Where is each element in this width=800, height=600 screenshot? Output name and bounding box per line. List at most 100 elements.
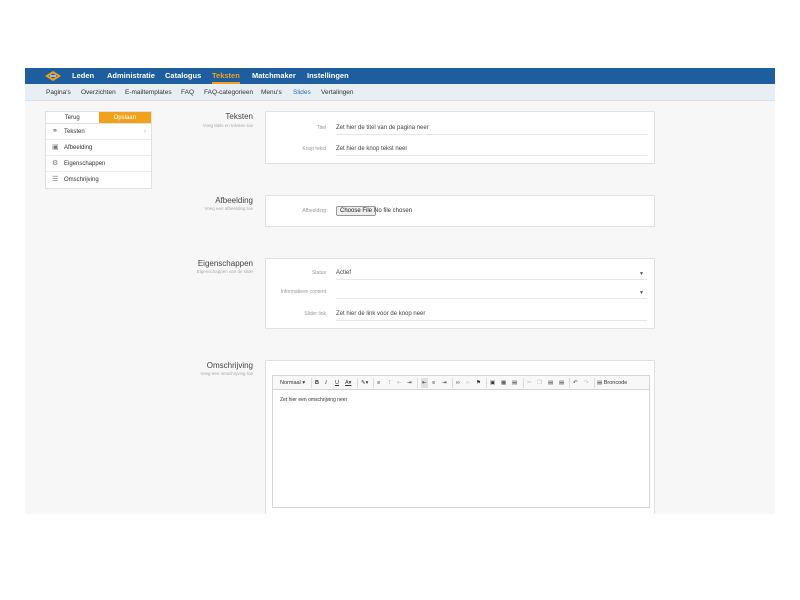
topnav-item-leden[interactable]: Leden [72, 68, 94, 84]
outdent-icon[interactable]: ⇤ [397, 378, 402, 388]
section-title-omschrijving: Omschrijving [206, 361, 253, 370]
toolbar-divider [311, 378, 312, 388]
subnav-item-emailtemplates[interactable]: E-mailtemplates [125, 84, 172, 101]
field-label: Status [311, 270, 326, 276]
cut-icon[interactable]: ✂ [527, 378, 532, 388]
caret-down-icon: ▼ [639, 271, 644, 277]
source-code-button[interactable]: ▤ Broncode [597, 378, 627, 388]
indent-icon[interactable]: ⇥ [407, 378, 412, 388]
undo-icon[interactable]: ↶ [573, 378, 578, 388]
nav-item-label: Afbeelding [64, 145, 93, 151]
topnav-item-matchmaker[interactable]: Matchmaker [252, 68, 296, 84]
choose-file-button[interactable]: Choose File [336, 206, 377, 216]
redo-icon[interactable]: ↷ [584, 378, 589, 388]
slider-link-input[interactable]: Zet hier de link voor de knop neer [336, 307, 647, 321]
nav-item-label: Omschrijving [64, 177, 99, 183]
nav-item-label: Teksten [64, 129, 85, 135]
link-icon[interactable]: ∞ [456, 378, 460, 388]
toolbar-divider [523, 378, 524, 388]
toolbar-divider [594, 378, 595, 388]
paste-icon[interactable]: ▤ [548, 378, 553, 388]
section-subtitle-eigenschappen: Eigenschappen van de slide [196, 269, 253, 274]
subnav-item-slides[interactable]: Slides [293, 84, 311, 101]
align-left-icon[interactable]: ⇤ [421, 378, 428, 388]
unlink-icon[interactable]: ∞ [466, 378, 470, 388]
section-subtitle-teksten: Voeg titels en teksten toe [202, 123, 253, 128]
field-knop-tekst: Knop tekst Zet hier de knop tekst neer [266, 142, 656, 156]
sub-navigation: Pagina's Overzichten E-mailtemplates FAQ… [25, 84, 775, 101]
toolbar-divider [357, 378, 358, 388]
topnav-item-catalogus[interactable]: Catalogus [165, 68, 201, 84]
card-omschrijving: Normaal ▾ B I U A▾ ✎▾ ≡ ⋮ ⇤ ⇥ ⇤ ≡ ⇥ ∞ ∞ [265, 360, 655, 514]
nav-item-afbeelding[interactable]: ▣ Afbeelding [46, 140, 151, 156]
nav-item-omschrijving[interactable]: ☰ Omschrijving [46, 172, 151, 188]
source-icon: ▤ [597, 380, 603, 386]
knop-tekst-input[interactable]: Zet hier de knop tekst neer [336, 142, 647, 156]
section-subtitle-omschrijving: Voeg een omschrijving toe [200, 371, 253, 376]
nav-item-label: Eigenschappen [64, 161, 106, 167]
bullet-list-icon[interactable]: ⋮ [387, 378, 393, 388]
rich-text-editor: Normaal ▾ B I U A▾ ✎▾ ≡ ⋮ ⇤ ⇥ ⇤ ≡ ⇥ ∞ ∞ [272, 375, 650, 508]
image-icon: ▣ [52, 144, 59, 151]
subnav-item-paginas[interactable]: Pagina's [46, 84, 71, 101]
subnav-item-faq[interactable]: FAQ [181, 84, 194, 101]
horizontal-line-icon[interactable]: ▤ [512, 378, 517, 388]
list-icon: ☰ [52, 176, 59, 183]
app-window: Leden Administratie Catalogus Teksten Ma… [25, 68, 775, 514]
numbered-list-icon[interactable]: ≡ [377, 378, 380, 388]
subnav-item-menus[interactable]: Menu's [261, 84, 282, 101]
align-right-icon[interactable]: ⇥ [442, 378, 447, 388]
field-label: Knop tekst [302, 146, 326, 152]
toolbar-divider [373, 378, 374, 388]
settings-icon: ⚙ [52, 160, 59, 167]
italic-icon[interactable]: I [325, 378, 327, 388]
paste-text-icon[interactable]: ▤ [559, 378, 564, 388]
field-titel: Titel Zet hier de titel van de pagina ne… [266, 121, 656, 135]
underline-icon[interactable]: U [335, 378, 339, 388]
logo-icon[interactable] [45, 71, 61, 81]
copy-icon[interactable]: ❐ [537, 378, 542, 388]
topnav-item-instellingen[interactable]: Instellingen [307, 68, 349, 84]
section-list: ⚭ Teksten › ▣ Afbeelding ⚙ Eigenschappen… [45, 124, 152, 189]
subnav-item-faq-categorieen[interactable]: FAQ-categorieen [204, 84, 253, 101]
status-select[interactable]: Actief [336, 266, 647, 280]
section-title-teksten: Teksten [225, 112, 253, 121]
align-center-icon[interactable]: ≡ [432, 378, 435, 388]
topnav-item-administratie[interactable]: Administratie [107, 68, 155, 84]
text-color-icon[interactable]: A▾ [345, 378, 351, 388]
toolbar-divider [569, 378, 570, 388]
card-teksten: Titel Zet hier de titel van de pagina ne… [265, 111, 655, 164]
field-label: Titel [316, 125, 326, 131]
nav-item-eigenschappen[interactable]: ⚙ Eigenschappen [46, 156, 151, 172]
field-label: Afbeelding [302, 208, 326, 214]
toolbar-divider [417, 378, 418, 388]
format-select[interactable]: Normaal ▾ [280, 378, 305, 388]
bold-icon[interactable]: B [315, 378, 319, 388]
anchor-flag-icon[interactable]: ⚑ [476, 378, 481, 388]
card-eigenschappen: Status Actief ▼ Informatieve content ▼ S… [265, 258, 655, 329]
field-label: Informatieve content [280, 289, 326, 295]
titel-input[interactable]: Zet hier de titel van de pagina neer [336, 121, 647, 135]
section-title-eigenschappen: Eigenschappen [197, 259, 253, 268]
field-slider-link: Slider link Zet hier de link voor de kno… [266, 307, 656, 321]
file-status: No file chosen [374, 208, 413, 214]
highlight-icon[interactable]: ✎▾ [361, 378, 368, 388]
toolbar-divider [486, 378, 487, 388]
section-title-afbeelding: Afbeelding [215, 196, 253, 205]
field-informatieve-content: Informatieve content ▼ [266, 285, 656, 299]
subnav-item-vertalingen[interactable]: Vertalingen [321, 84, 354, 101]
top-navigation: Leden Administratie Catalogus Teksten Ma… [25, 68, 775, 84]
editor-toolbar: Normaal ▾ B I U A▾ ✎▾ ≡ ⋮ ⇤ ⇥ ⇤ ≡ ⇥ ∞ ∞ [273, 376, 649, 390]
informatieve-content-select[interactable] [336, 285, 647, 299]
toolbar-divider [452, 378, 453, 388]
field-status: Status Actief ▼ [266, 266, 656, 280]
subnav-item-overzichten[interactable]: Overzichten [81, 84, 116, 101]
field-label: Slider link [304, 311, 326, 317]
editor-content[interactable]: Zet hier een omschrijving neer [280, 397, 347, 403]
table-icon[interactable]: ▦ [501, 378, 506, 388]
topnav-item-teksten[interactable]: Teksten [212, 68, 240, 84]
card-afbeelding: Afbeelding Choose File No file chosen [265, 195, 655, 227]
image-icon[interactable]: ▣ [490, 378, 495, 388]
section-subtitle-afbeelding: Voeg een afbeelding toe [204, 206, 253, 211]
caret-down-icon: ▼ [639, 290, 644, 296]
